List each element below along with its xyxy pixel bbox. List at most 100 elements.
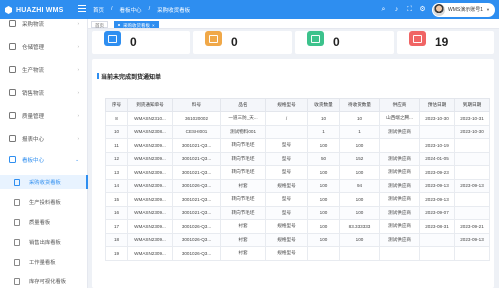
column-header[interactable]: 预估日期	[419, 98, 455, 112]
chevron-down-icon: ⌄	[75, 156, 79, 162]
table-cell: 2023-09-13	[419, 192, 455, 207]
sidebar-item-dashboards[interactable]: 看板中心 ⌄	[0, 152, 88, 167]
breadcrumb-separator: /	[111, 6, 113, 12]
table-cell: 测试供应商	[379, 205, 420, 220]
search-icon[interactable]: ⌕	[380, 6, 387, 13]
fullscreen-icon[interactable]: ⛶	[406, 6, 413, 13]
table-cell	[454, 138, 490, 153]
table-cell: 测试供应商	[379, 151, 420, 166]
board-icon	[14, 277, 20, 285]
table-cell: 3001026-Q3...	[172, 232, 221, 247]
user-menu[interactable]: WMS演示账号1 ▼	[432, 2, 495, 17]
brand-name: HUAZHI WMS	[16, 6, 64, 14]
table-row[interactable]: 11 WMASN2309... 3001021-Q3... 转向节毛坯 型号 100 100…	[105, 138, 490, 153]
column-header[interactable]: 待收货数量	[339, 98, 380, 112]
sidebar-item-production[interactable]: 生产物流 ›	[0, 62, 88, 77]
sidebar-subitem-quality[interactable]: 质量看板	[0, 215, 88, 229]
table-cell: 8	[105, 111, 128, 126]
table-row[interactable]: 16 WMASN2309... 3001021-Q3... 转向节毛坯 型号 100 100…	[105, 205, 490, 220]
factory-icon	[9, 66, 16, 73]
table-cell: 3001026-Q3...	[172, 246, 221, 261]
sidebar-item-purchase[interactable]: 采购物流 ›	[0, 16, 88, 31]
table-cell: 100	[307, 205, 340, 220]
table-cell: 100	[307, 219, 340, 234]
table-cell	[454, 246, 490, 261]
table-cell: 测试供应商	[379, 232, 420, 247]
sidebar-item-label: 销售物流	[22, 90, 45, 97]
table-cell: WMASN2309...	[127, 232, 173, 247]
table-cell: 测试供应商	[379, 219, 420, 234]
table-cell: 转向节毛坯	[220, 165, 266, 180]
table-cell: 2023-09-07	[419, 205, 455, 220]
table-cell	[307, 246, 340, 261]
table-row[interactable]: 19 WMASN2309... 3001026-Q3... 衬套 规格型号	[105, 246, 490, 261]
breadcrumb-separator: /	[148, 6, 151, 12]
column-header[interactable]: 品名	[220, 98, 266, 112]
board-icon	[14, 238, 20, 246]
sidebar-item-reports[interactable]: 报表中心 ›	[0, 131, 88, 146]
sidebar-subitem-workload[interactable]: 工作量看板	[0, 255, 88, 269]
table-row[interactable]: 13 WMASN2309... 3001021-Q3... 转向节毛坯 型号 100 100…	[105, 165, 490, 180]
sidebar-subitem-production-feeding[interactable]: 生产投料看板	[0, 195, 88, 209]
tab-label: 采购收货看板	[123, 22, 150, 28]
sidebar-item-quality[interactable]: 质量管理 ›	[0, 108, 88, 123]
logo-icon	[5, 6, 12, 14]
column-header[interactable]: 供应商	[379, 98, 420, 112]
sidebar-item-label: 质量管理	[22, 113, 45, 120]
column-header[interactable]: 序号	[105, 98, 128, 112]
column-header[interactable]: 到期日期	[454, 98, 490, 112]
table-row[interactable]: 18 WMASN2309... 3001026-Q3... 衬套 规格型号 100 100 测…	[105, 232, 490, 247]
tab-purchase-receiving[interactable]: 采购收货看板 ×	[114, 20, 159, 28]
table-cell: 规格型号	[265, 219, 308, 234]
stat-card: 0	[295, 31, 394, 54]
table-cell: 2023-10-30	[419, 111, 455, 126]
settings-gear-icon[interactable]: ⚙	[419, 6, 426, 13]
table-cell	[265, 124, 308, 139]
sidebar-subitem-purchase-receiving[interactable]: 采购收货看板	[0, 175, 88, 189]
warning-icon	[409, 31, 426, 46]
user-name: WMS演示账号1	[448, 7, 484, 13]
table-row[interactable]: 17 WMASN2309... 3001026-Q3... 衬套 规格型号 100 83.3…	[105, 219, 490, 234]
sidebar-item-label: 采购物流	[22, 21, 45, 28]
table-cell: 3001021-Q3...	[172, 205, 221, 220]
table-cell: 规格型号	[265, 232, 308, 247]
table-cell: WMASN2309...	[127, 192, 173, 207]
stat-value: 19	[435, 35, 449, 49]
table-row[interactable]: 12 WMASN2309... 3001021-Q3... 转向节毛坯 型号 50 152 测…	[105, 151, 490, 166]
table-cell: 测试供应商	[379, 124, 420, 139]
table-cell: 94	[339, 178, 380, 193]
table-cell: 50	[307, 151, 340, 166]
table-cell: 18	[105, 232, 128, 247]
column-header[interactable]: 收货数量	[307, 98, 340, 112]
table-cell: WMASN2310...	[127, 111, 173, 126]
close-icon[interactable]: ×	[152, 23, 155, 28]
menu-toggle-icon[interactable]	[78, 5, 86, 12]
table-cell: 10	[339, 111, 380, 126]
table-row[interactable]: 10 WMASN2308... CESHI001 测试物料001 1 1 测试供应商 2023…	[105, 124, 490, 139]
breadcrumb-item[interactable]: 看板中心	[120, 6, 142, 14]
sidebar-item-sales[interactable]: 销售物流 ›	[0, 85, 88, 100]
table-cell: 1	[307, 124, 340, 139]
table-row[interactable]: 8 WMASN2310... 361020002 一道三防_天.../10 10 山西端之…	[105, 111, 490, 126]
tab-home[interactable]: 首页	[91, 20, 108, 28]
sidebar-subitem-sales-outbound[interactable]: 销售出库看板	[0, 235, 88, 249]
table-row[interactable]: 14 WMASN2309... 3001026-Q3... 衬套 规格型号 100 94 测试…	[105, 178, 490, 193]
column-header[interactable]: 料号	[172, 98, 221, 112]
cart-icon	[9, 89, 16, 96]
app-logo[interactable]: HUAZHI WMS	[5, 4, 70, 16]
sidebar-subitem-inventory[interactable]: 库存可视化看板	[0, 274, 88, 288]
column-header[interactable]: 到货通知单号	[127, 98, 173, 112]
table-row[interactable]: 15 WMASN2309... 3001021-Q3... 转向节毛坯 型号 100 100…	[105, 192, 490, 207]
table-cell: 衬套	[220, 219, 266, 234]
chevron-right-icon: ›	[77, 21, 80, 26]
table-cell: 2023-10-30	[454, 124, 490, 139]
table-cell: WMASN2309...	[127, 151, 173, 166]
table-cell: 2023-08-31	[419, 219, 455, 234]
table-cell: 型号	[265, 192, 308, 207]
sidebar-item-warehouse[interactable]: 仓储管理 ›	[0, 39, 88, 54]
notification-bell-icon[interactable]: ♪	[393, 6, 400, 13]
stat-card: 0	[92, 31, 190, 54]
breadcrumb-item[interactable]: 首页	[93, 6, 104, 14]
pending-arrival-table: 序号 到货通知单号 料号 品名 规格型号 收货数量 待收货数量 供应商 预估日期…	[105, 98, 490, 261]
column-header[interactable]: 规格型号	[265, 98, 308, 112]
